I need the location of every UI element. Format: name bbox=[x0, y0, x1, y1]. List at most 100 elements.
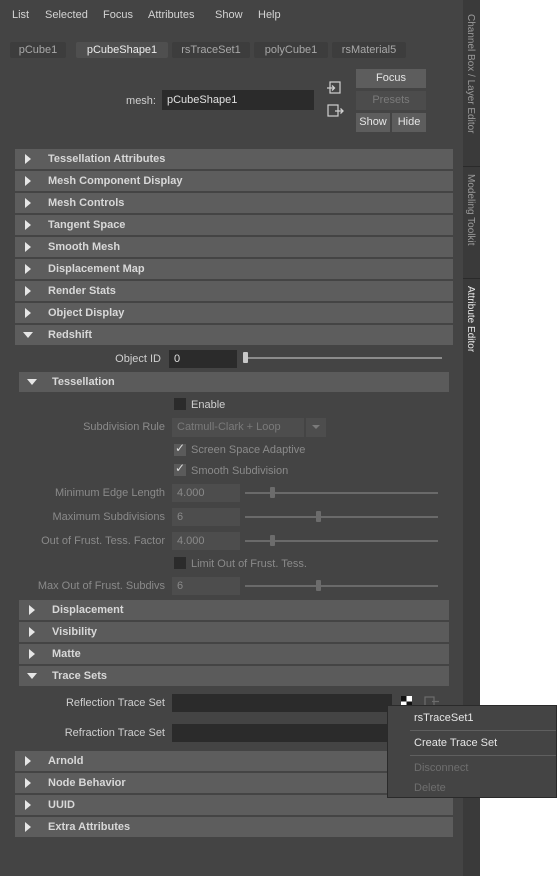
expand-arrow-icon bbox=[25, 800, 31, 810]
refraction-trace-set-field[interactable] bbox=[172, 724, 392, 742]
tab-rstraceset1[interactable]: rsTraceSet1 bbox=[172, 42, 250, 58]
load-selected-icon[interactable] bbox=[327, 81, 344, 95]
reflection-trace-set-field[interactable] bbox=[172, 694, 392, 712]
tab-rsmaterial5[interactable]: rsMaterial5 bbox=[332, 42, 406, 58]
section-extra-attributes[interactable]: Extra Attributes bbox=[15, 817, 453, 837]
reflection-trace-set-label: Reflection Trace Set bbox=[65, 697, 165, 709]
section-smooth-mesh[interactable]: Smooth Mesh bbox=[15, 237, 453, 257]
smooth-subdivision-label: Smooth Subdivision bbox=[191, 465, 289, 477]
section-mesh-controls[interactable]: Mesh Controls bbox=[15, 193, 453, 213]
menu-item-rstraceset1[interactable]: rsTraceSet1 bbox=[414, 712, 474, 724]
expand-arrow-icon bbox=[29, 605, 35, 615]
section-render-stats[interactable]: Render Stats bbox=[15, 281, 453, 301]
enable-checkbox[interactable] bbox=[174, 398, 186, 410]
object-id-slider[interactable] bbox=[243, 357, 442, 359]
trace-set-context-menu: rsTraceSet1 Create Trace Set Disconnect … bbox=[387, 705, 557, 798]
section-trace-sets[interactable]: Trace Sets bbox=[19, 666, 449, 686]
menu-item-disconnect[interactable]: Disconnect bbox=[414, 762, 468, 774]
collapse-arrow-icon bbox=[27, 379, 37, 385]
menu-focus[interactable]: Focus bbox=[103, 9, 133, 21]
section-arnold[interactable]: Arnold bbox=[15, 751, 387, 771]
max-out-frust-label: Max Out of Frust. Subdivs bbox=[37, 580, 165, 592]
expand-arrow-icon bbox=[25, 822, 31, 832]
section-object-display[interactable]: Object Display bbox=[15, 303, 453, 323]
object-id-slider-handle[interactable] bbox=[243, 352, 248, 363]
max-subdivisions-field[interactable]: 6 bbox=[172, 508, 240, 526]
expand-arrow-icon bbox=[25, 778, 31, 788]
smooth-subdivision-checkbox[interactable]: ✓ bbox=[174, 461, 186, 476]
side-tab-channel-box[interactable]: Channel Box / Layer Editor bbox=[465, 14, 476, 134]
subdivision-rule-label: Subdivision Rule bbox=[83, 421, 165, 433]
expand-arrow-icon bbox=[25, 198, 31, 208]
limit-out-frust-label: Limit Out of Frust. Tess. bbox=[191, 558, 307, 570]
screen-space-adaptive-checkbox[interactable]: ✓ bbox=[174, 441, 186, 456]
copy-tab-icon[interactable] bbox=[327, 104, 344, 118]
section-displacement[interactable]: Displacement bbox=[19, 600, 449, 620]
collapse-arrow-icon bbox=[23, 332, 33, 338]
section-redshift[interactable]: Redshift bbox=[15, 325, 453, 345]
section-uuid[interactable]: UUID bbox=[15, 795, 453, 815]
limit-out-frust-checkbox[interactable] bbox=[174, 557, 186, 569]
section-tessellation[interactable]: Tessellation bbox=[19, 372, 449, 392]
menu-item-delete[interactable]: Delete bbox=[414, 782, 446, 794]
tab-pcube1[interactable]: pCube1 bbox=[10, 42, 66, 58]
min-edge-length-field[interactable]: 4.000 bbox=[172, 484, 240, 502]
section-mesh-component-display[interactable]: Mesh Component Display bbox=[15, 171, 453, 191]
max-out-frust-slider[interactable] bbox=[245, 585, 438, 587]
menu-list[interactable]: List bbox=[12, 9, 29, 21]
focus-button[interactable]: Focus bbox=[356, 69, 426, 88]
side-tab-divider bbox=[463, 166, 480, 167]
expand-arrow-icon bbox=[25, 154, 31, 164]
subdivision-rule-dropdown[interactable]: Catmull-Clark + Loop bbox=[172, 418, 304, 437]
hide-button[interactable]: Hide bbox=[392, 113, 426, 132]
min-edge-length-label: Minimum Edge Length bbox=[54, 487, 165, 499]
mesh-name-field[interactable]: pCubeShape1 bbox=[162, 90, 314, 110]
expand-arrow-icon bbox=[29, 627, 35, 637]
tab-polycube1[interactable]: polyCube1 bbox=[254, 42, 328, 58]
max-subdivisions-slider-handle[interactable] bbox=[316, 511, 321, 522]
menu-help[interactable]: Help bbox=[258, 9, 281, 21]
collapse-arrow-icon bbox=[27, 673, 37, 679]
expand-arrow-icon bbox=[25, 286, 31, 296]
max-subdivisions-label: Maximum Subdivisions bbox=[52, 511, 165, 523]
menu-attributes[interactable]: Attributes bbox=[148, 9, 194, 21]
section-tessellation-attributes[interactable]: Tessellation Attributes bbox=[15, 149, 453, 169]
screen-space-adaptive-label: Screen Space Adaptive bbox=[191, 444, 306, 456]
menu-show[interactable]: Show bbox=[215, 9, 243, 21]
object-id-label: Object ID bbox=[115, 353, 161, 365]
out-frust-factor-slider-handle[interactable] bbox=[270, 535, 275, 546]
max-out-frust-slider-handle[interactable] bbox=[316, 580, 321, 591]
expand-arrow-icon bbox=[25, 756, 31, 766]
section-matte[interactable]: Matte bbox=[19, 644, 449, 664]
side-tab-attribute-editor[interactable]: Attribute Editor bbox=[465, 286, 476, 352]
expand-arrow-icon bbox=[29, 649, 35, 659]
presets-button[interactable]: Presets bbox=[356, 91, 426, 110]
dropdown-arrow-icon[interactable] bbox=[306, 418, 326, 437]
side-tab-modeling-toolkit[interactable]: Modeling Toolkit bbox=[465, 174, 476, 246]
max-subdivisions-slider[interactable] bbox=[245, 516, 438, 518]
out-frust-factor-field[interactable]: 4.000 bbox=[172, 532, 240, 550]
menu-divider bbox=[410, 755, 556, 756]
menu-divider bbox=[410, 730, 556, 731]
expand-arrow-icon bbox=[25, 176, 31, 186]
refraction-trace-set-label: Refraction Trace Set bbox=[64, 727, 165, 739]
enable-label: Enable bbox=[191, 399, 226, 411]
object-id-field[interactable]: 0 bbox=[169, 350, 237, 368]
expand-arrow-icon bbox=[25, 264, 31, 274]
section-displacement-map[interactable]: Displacement Map bbox=[15, 259, 453, 279]
mesh-label: mesh: bbox=[126, 95, 156, 107]
expand-arrow-icon bbox=[25, 308, 31, 318]
section-node-behavior[interactable]: Node Behavior bbox=[15, 773, 387, 793]
tab-pcubeshape1[interactable]: pCubeShape1 bbox=[76, 42, 168, 58]
menu-selected[interactable]: Selected bbox=[45, 9, 88, 21]
min-edge-length-slider-handle[interactable] bbox=[270, 487, 275, 498]
menu-item-create-trace-set[interactable]: Create Trace Set bbox=[414, 737, 497, 749]
section-visibility[interactable]: Visibility bbox=[19, 622, 449, 642]
section-tangent-space[interactable]: Tangent Space bbox=[15, 215, 453, 235]
side-tab-divider bbox=[463, 278, 480, 279]
expand-arrow-icon bbox=[25, 220, 31, 230]
expand-arrow-icon bbox=[25, 242, 31, 252]
max-out-frust-field[interactable]: 6 bbox=[172, 577, 240, 595]
show-button[interactable]: Show bbox=[356, 113, 390, 132]
out-frust-factor-label: Out of Frust. Tess. Factor bbox=[41, 535, 165, 547]
